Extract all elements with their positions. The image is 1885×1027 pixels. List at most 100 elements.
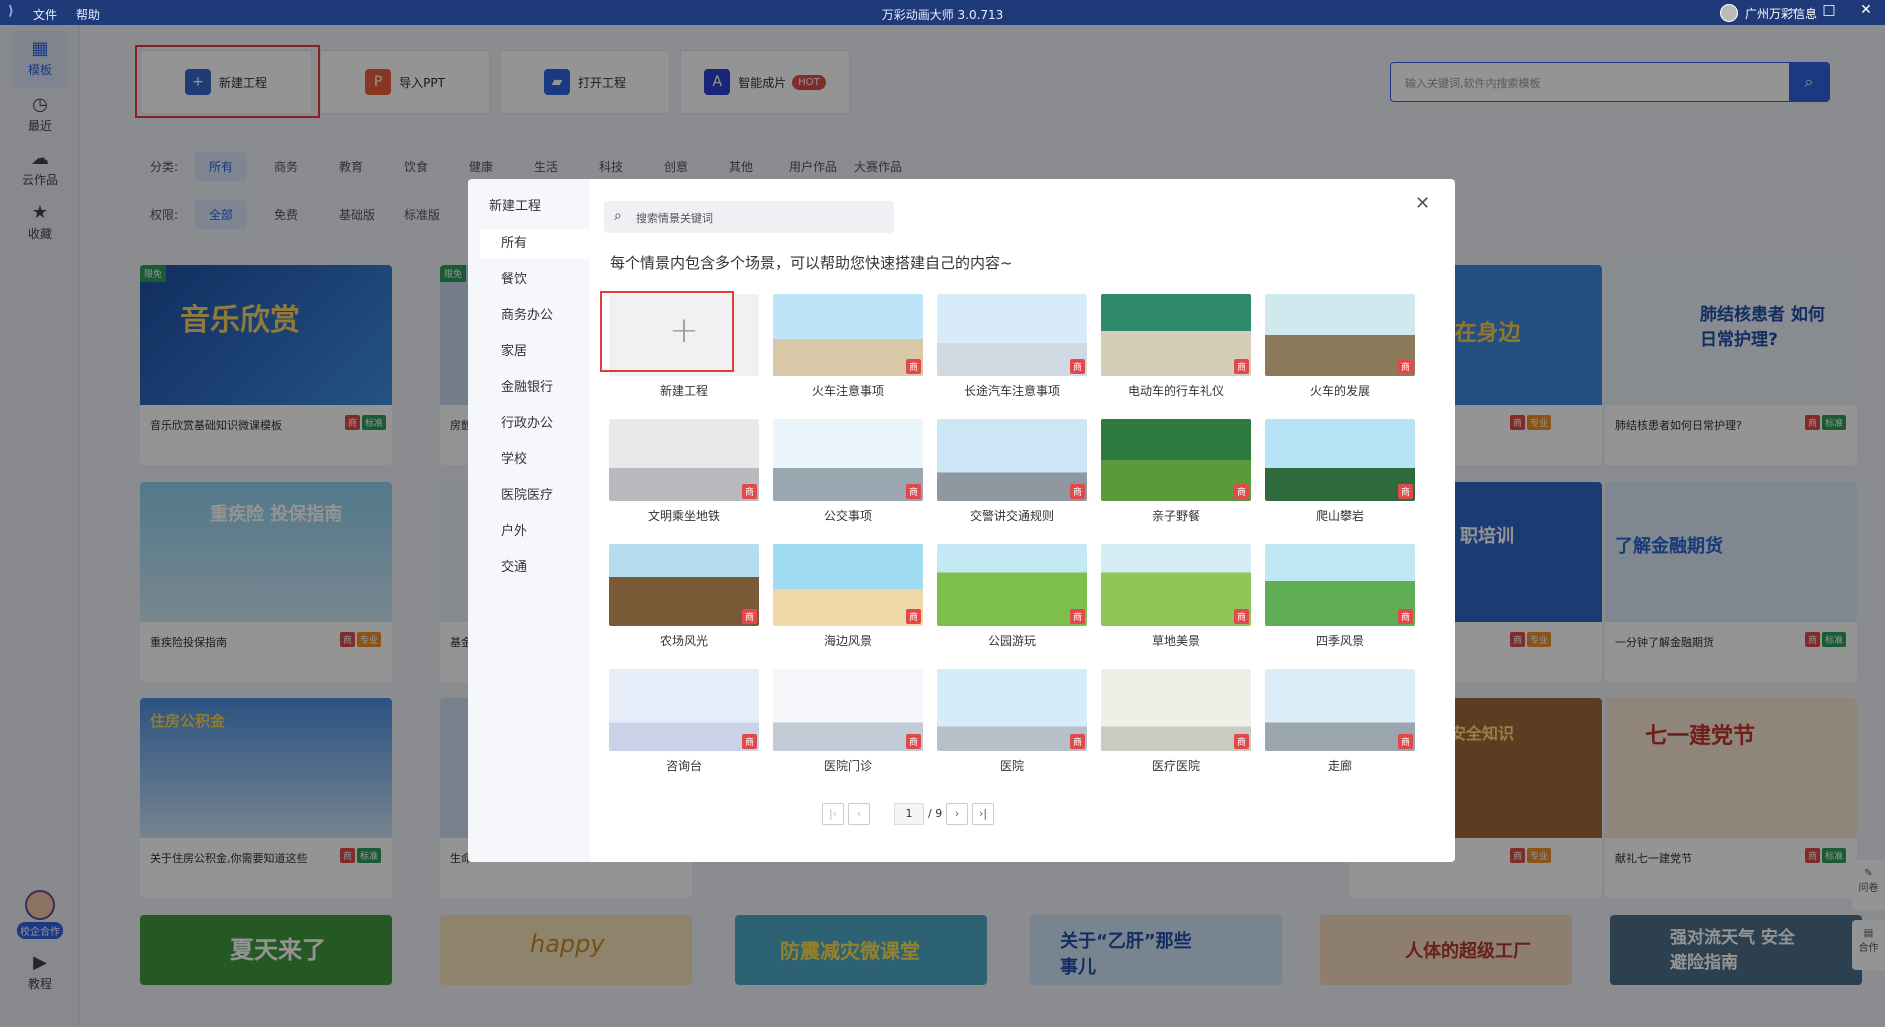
scene-tile[interactable]: 商 爬山攀岩 xyxy=(1265,419,1415,527)
page-number-input[interactable]: 1 xyxy=(894,803,924,825)
card-thumbnail: 肺结核患者 如何日常护理? xyxy=(1605,265,1857,405)
scene-category[interactable]: 商务办公 xyxy=(480,301,590,331)
scene-thumbnail: 商 xyxy=(773,669,923,751)
sidebar-item-templates[interactable]: ▦ 模板 xyxy=(12,31,68,87)
scene-tile[interactable]: 商 交警讲交通规则 xyxy=(937,419,1087,527)
scene-tile[interactable]: 商 医院门诊 xyxy=(773,669,923,777)
template-card[interactable]: 重疾险 投保指南 重疾险投保指南 商 专业 xyxy=(140,482,392,682)
category-chip[interactable]: 大赛作品 xyxy=(840,152,916,181)
minimize-button[interactable]: — xyxy=(1780,2,1808,18)
category-chip[interactable]: 商务 xyxy=(260,152,312,181)
category-chip[interactable]: 教育 xyxy=(325,152,377,181)
last-page-button[interactable]: ›| xyxy=(972,803,994,825)
card-thumbnail: 住房公积金 xyxy=(140,698,392,838)
sidebar-item-cloud[interactable]: ☁ 云作品 xyxy=(12,141,68,197)
close-window-button[interactable]: ✕ xyxy=(1852,2,1880,18)
category-chip[interactable]: 其他 xyxy=(715,152,767,181)
sidebar-item-label: 收藏 xyxy=(27,227,52,241)
scene-category[interactable]: 金融银行 xyxy=(480,373,590,403)
scene-tile[interactable]: 商 四季风景 xyxy=(1265,544,1415,652)
scene-tile[interactable]: 商 走廊 xyxy=(1265,669,1415,777)
scene-search-input[interactable]: 搜索情景关键词 xyxy=(636,210,713,226)
scene-search[interactable]: ⌕ 搜索情景关键词 xyxy=(604,201,894,233)
template-search[interactable]: 输入关键词,软件内搜索模板 ⌕ xyxy=(1390,62,1830,102)
template-card[interactable]: 强对流天气 安全避险指南 xyxy=(1610,915,1862,985)
scene-tile[interactable]: 商 亲子野餐 xyxy=(1101,419,1251,527)
category-chip[interactable]: 健康 xyxy=(455,152,507,181)
commercial-badge: 商 xyxy=(905,484,921,499)
template-card[interactable]: happy xyxy=(440,915,692,985)
scene-category-all[interactable]: 所有 xyxy=(480,229,590,259)
template-card[interactable]: 关于“乙肝”那些事儿 xyxy=(1030,915,1282,985)
template-card[interactable]: 七一建党节 献礼七一建党节 商 标准 xyxy=(1605,698,1857,898)
category-chip[interactable]: 生活 xyxy=(520,152,572,181)
scene-tile[interactable]: 商 火车注意事项 xyxy=(773,294,923,402)
scene-category[interactable]: 交通 xyxy=(480,553,590,583)
scene-tile[interactable]: 商 火车的发展 xyxy=(1265,294,1415,402)
scene-tile[interactable]: 商 海边风景 xyxy=(773,544,923,652)
scene-tile[interactable]: 商 文明乘坐地铁 xyxy=(609,419,759,527)
permission-chip[interactable]: 全部 xyxy=(195,200,248,229)
scene-tile[interactable]: 商 公园游玩 xyxy=(937,544,1087,652)
maximize-button[interactable]: □ xyxy=(1815,2,1843,18)
scene-category[interactable]: 医院医疗 xyxy=(480,481,590,511)
search-icon[interactable]: ⌕ xyxy=(1789,63,1829,101)
dialog-title: 新建工程 xyxy=(489,199,542,214)
scene-tile[interactable]: 商 长途汽车注意事项 xyxy=(937,294,1087,402)
scene-category[interactable]: 家居 xyxy=(480,337,590,367)
scene-thumbnail: 商 xyxy=(609,419,759,501)
template-card[interactable]: 防震减灾微课堂 xyxy=(735,915,987,985)
survey-button[interactable]: ✎ 问卷 xyxy=(1852,860,1885,910)
scene-thumbnail: 商 xyxy=(937,544,1087,626)
scene-tile[interactable]: 商 咨询台 xyxy=(609,669,759,777)
commercial-badge: 商 xyxy=(1397,734,1413,749)
category-chip[interactable]: 饮食 xyxy=(390,152,442,181)
cooperate-button[interactable]: ▤ 合作 xyxy=(1852,920,1885,970)
first-page-button[interactable]: |‹ xyxy=(822,803,844,825)
card-title: 防震减灾微课堂 xyxy=(780,939,920,963)
scene-category[interactable]: 行政办公 xyxy=(480,409,590,439)
permission-chip[interactable]: 标准版 xyxy=(390,200,454,229)
next-page-button[interactable]: › xyxy=(946,803,968,825)
sidebar-item-favorites[interactable]: ★ 收藏 xyxy=(12,195,68,251)
template-card[interactable]: 住房公积金 关于住房公积金,你需要知道这些 商 标准 xyxy=(140,698,392,898)
permission-chip[interactable]: 基础版 xyxy=(325,200,389,229)
category-chip[interactable]: 科技 xyxy=(585,152,637,181)
user-avatar[interactable] xyxy=(1720,4,1738,22)
template-card[interactable]: 夏天来了 xyxy=(140,915,392,985)
scene-category[interactable]: 学校 xyxy=(480,445,590,475)
open-project-button[interactable]: ▰ 打开工程 xyxy=(500,50,670,114)
commercial-badge: 商 xyxy=(905,609,921,624)
scene-thumbnail: 商 xyxy=(1101,419,1251,501)
sidebar-item-tutorial[interactable]: ▶ 教程 xyxy=(12,945,68,1001)
folder-icon: ▰ xyxy=(543,69,570,95)
template-card[interactable]: 肺结核患者 如何日常护理? 肺结核患者如何日常护理? 商 标准 xyxy=(1605,265,1857,465)
sidebar-item-label: 教程 xyxy=(27,977,52,991)
import-ppt-button[interactable]: P 导入PPT xyxy=(320,50,490,114)
scene-tile[interactable]: 商 医院 xyxy=(937,669,1087,777)
template-card[interactable]: 了解金融期货 一分钟了解金融期货 商 标准 xyxy=(1605,482,1857,682)
smart-video-button[interactable]: A 智能成片 HOT xyxy=(680,50,850,114)
commercial-badge: 商 xyxy=(1397,609,1413,624)
permission-chip[interactable]: 免费 xyxy=(260,200,312,229)
tag-badge: 商 xyxy=(1805,415,1821,430)
template-card[interactable]: 音乐欣赏 限免 音乐欣赏基础知识微课模板 商 标准 xyxy=(140,265,392,465)
scene-tile[interactable]: 商 农场风光 xyxy=(609,544,759,652)
scene-tile[interactable]: 商 草地美景 xyxy=(1101,544,1251,652)
scene-tile[interactable]: 商 公交事项 xyxy=(773,419,923,527)
sidebar-item-recent[interactable]: ◷ 最近 xyxy=(12,87,68,143)
scene-tile[interactable]: 商 电动车的行车礼仪 xyxy=(1101,294,1251,402)
category-chip[interactable]: 创意 xyxy=(650,152,702,181)
prev-page-button[interactable]: ‹ xyxy=(848,803,870,825)
card-title: 住房公积金 xyxy=(150,712,226,730)
coop-button[interactable]: 校企合作 xyxy=(14,890,66,940)
close-icon[interactable]: ✕ xyxy=(1415,193,1430,214)
scene-tile[interactable]: 商 医疗医院 xyxy=(1101,669,1251,777)
template-card[interactable]: 人体的超级工厂 xyxy=(1320,915,1572,985)
scene-category[interactable]: 户外 xyxy=(480,517,590,547)
search-input[interactable]: 输入关键词,软件内搜索模板 xyxy=(1405,75,1541,91)
card-title: 夏天来了 xyxy=(230,936,326,964)
category-chip[interactable]: 所有 xyxy=(195,152,248,181)
scene-category[interactable]: 餐饮 xyxy=(480,265,590,295)
card-title: 重疾险 投保指南 xyxy=(210,504,343,525)
